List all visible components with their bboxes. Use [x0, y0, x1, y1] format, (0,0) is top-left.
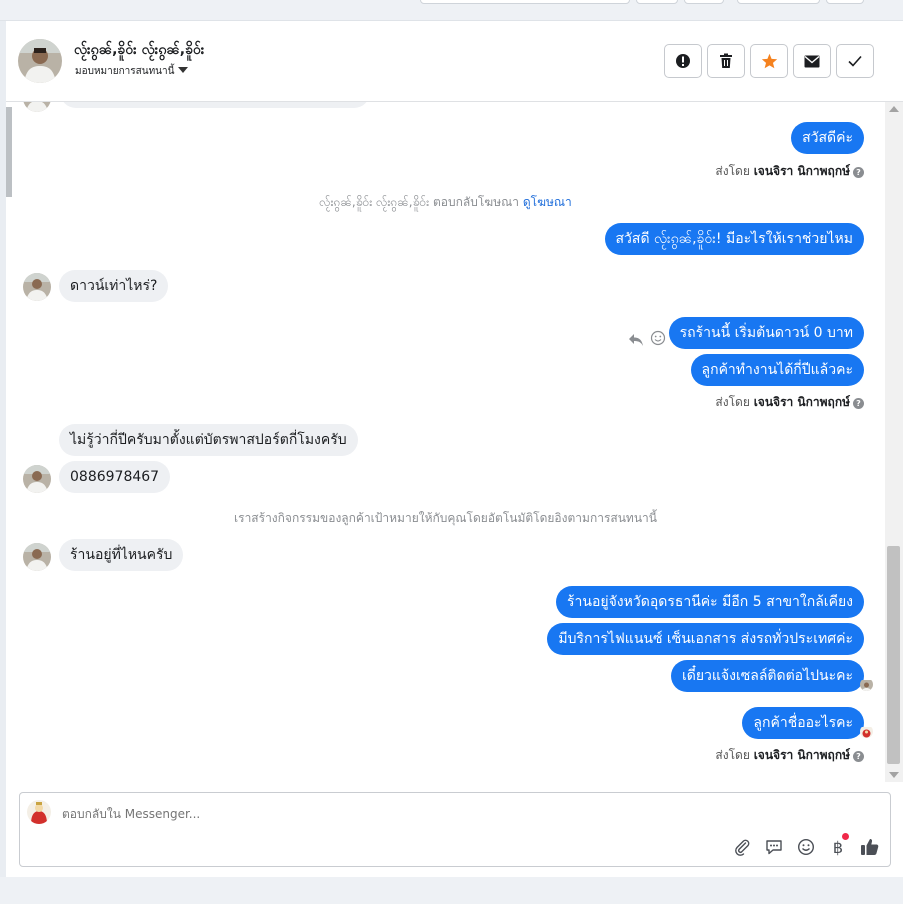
- contact-avatar[interactable]: [18, 39, 62, 83]
- help-icon[interactable]: ?: [853, 751, 864, 762]
- mark-done-button[interactable]: [836, 44, 874, 78]
- check-icon: [848, 55, 862, 67]
- react-emoji-icon[interactable]: [650, 330, 666, 350]
- browser-bottom-strip: [0, 877, 903, 904]
- seen-avatar: [860, 678, 873, 691]
- message-thread[interactable]: สวัสดีค่ะ ส่งโดย เจนจิรา นิกาพฤกษ์? လႂ်း…: [6, 102, 885, 782]
- contact-avatar-small: [23, 273, 51, 301]
- conversation-header: လႂ်းၵွၼ်,ၶိူဝ်း လႂ်းၵွၼ်,ၶိူဝ်း มอบหมายก…: [6, 21, 903, 102]
- caret-down-icon: [178, 67, 189, 73]
- thread-scrollbar[interactable]: [885, 102, 903, 782]
- browser-button[interactable]: [636, 0, 678, 4]
- outgoing-message: ลูกค้าทำงานได้กี่ปีแล้วคะ: [690, 354, 864, 386]
- reply-composer[interactable]: ฿: [19, 792, 891, 867]
- outgoing-message: ลูกค้าชื่ออะไรคะ: [742, 707, 864, 739]
- partial-message-bubble: [60, 102, 370, 108]
- page-avatar-tiny: [860, 725, 873, 738]
- star-button[interactable]: [750, 44, 788, 78]
- sent-by-label: ส่งโดย เจนจิรา นิกาพฤกษ์?: [715, 393, 864, 412]
- envelope-icon: [804, 55, 820, 67]
- page-avatar: [27, 800, 51, 824]
- contact-avatar-small: [23, 102, 51, 112]
- exclamation-icon: [676, 54, 690, 68]
- reply-input[interactable]: [62, 807, 662, 821]
- browser-button[interactable]: [826, 0, 864, 4]
- mark-unread-button[interactable]: [793, 44, 831, 78]
- outgoing-message: ร้านอยู่จังหวัดอุดรธานีค่ะ มีอีก 5 สาขาใ…: [556, 586, 864, 618]
- delete-button[interactable]: [707, 44, 745, 78]
- contact-name[interactable]: လႂ်းၵွၼ်,ၶိူဝ်း လႂ်းၵွၼ်,ၶိူဝ်း: [74, 40, 204, 61]
- thumbs-up-icon[interactable]: [859, 836, 881, 858]
- help-icon[interactable]: ?: [853, 167, 864, 178]
- browser-top-strip: [0, 0, 903, 21]
- composer-area: ฿: [6, 782, 903, 877]
- browser-button[interactable]: [737, 0, 820, 4]
- scrollbar-thumb[interactable]: [887, 546, 900, 764]
- outgoing-message: เดี๋ยวแจ้งเซลล์ติดต่อไปนะคะ: [670, 660, 864, 692]
- incoming-message: ไม่รู้ว่ากี่ปีครับมาตั้งแต่บัตรพาสปอร์ตก…: [59, 424, 358, 456]
- conversation-window: လႂ်းၵွၼ်,ၶိူဝ်း လႂ်းၵွၼ်,ၶိူဝ်း มอบหมายก…: [6, 21, 903, 877]
- outgoing-message: สวัสดี လႂ်းၵွၼ်,ၶိူဝ်း! มีอะไรให้เราช่วย…: [604, 223, 864, 255]
- contact-avatar-small: [23, 543, 51, 571]
- contact-avatar-small: [23, 465, 51, 493]
- emoji-icon[interactable]: [795, 836, 817, 858]
- incoming-message: ดาวน์เท่าไหร่?: [59, 270, 169, 302]
- outgoing-message: สวัสดีค่ะ: [791, 122, 864, 154]
- outgoing-message: มีบริการไฟแนนซ์ เซ็นเอกสาร ส่งรถทั่วประเ…: [547, 623, 864, 655]
- star-icon: [761, 53, 777, 69]
- assign-label: มอบหมายการสนทนานี้: [75, 66, 175, 77]
- notification-dot: [842, 833, 849, 840]
- paperclip-icon[interactable]: [731, 836, 753, 858]
- scroll-down-arrow-icon[interactable]: [889, 772, 899, 778]
- scroll-up-arrow-icon[interactable]: [889, 106, 899, 112]
- assign-conversation-dropdown[interactable]: มอบหมายการสนทนานี้: [75, 64, 189, 79]
- baht-payment-icon[interactable]: ฿: [827, 833, 849, 858]
- browser-button[interactable]: [684, 0, 724, 4]
- reply-icon[interactable]: [628, 332, 644, 351]
- incoming-message: ร้านอยู่ที่ไหนครับ: [59, 539, 184, 571]
- sent-by-label: ส่งโดย เจนจิรา นิกาพฤกษ์?: [715, 162, 864, 181]
- browser-field[interactable]: [420, 0, 630, 4]
- incoming-message: 0886978467: [59, 461, 171, 493]
- sent-by-label: ส่งโดย เจนจิรา นิกาพฤกษ์?: [715, 746, 864, 765]
- view-ad-link[interactable]: ดูโฆษณา: [523, 195, 572, 209]
- ad-reply-notice: လႂ်းၵွၼ်,ၶိူဝ်း လႂ်းၵွၼ်,ၶိူဝ်း ตอบกลับโ…: [319, 195, 572, 209]
- outgoing-message: รถร้านนี้ เริ่มต้นดาวน์ 0 บาท: [668, 317, 864, 349]
- trash-icon: [720, 53, 732, 68]
- saved-reply-icon[interactable]: [763, 836, 785, 858]
- activity-notice: เราสร้างกิจกรรมของลูกค้าเป้าหมายให้กับคุ…: [234, 511, 657, 525]
- left-panel-edge: [6, 107, 12, 197]
- mark-spam-button[interactable]: [664, 44, 702, 78]
- help-icon[interactable]: ?: [853, 398, 864, 409]
